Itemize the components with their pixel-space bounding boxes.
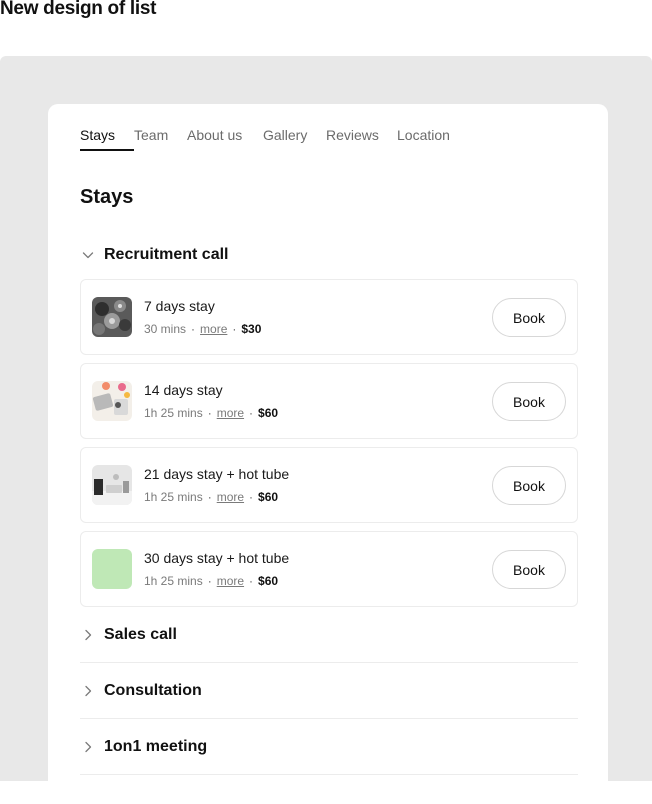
chevron-right-icon — [85, 629, 92, 640]
stay-meta: 1h 25 mins · more · $60 — [144, 574, 278, 588]
group-header-consultation[interactable]: Consultation — [80, 663, 578, 719]
stay-duration: 1h 25 mins — [144, 490, 203, 504]
tab-about-us[interactable]: About us — [187, 127, 263, 151]
group-header-recruitment-call[interactable]: Recruitment call — [80, 246, 228, 264]
more-link[interactable]: more — [217, 490, 244, 504]
stay-name: 7 days stay — [144, 298, 215, 314]
more-link[interactable]: more — [217, 574, 244, 588]
chevron-down-icon — [82, 252, 94, 259]
separator-dot: · — [207, 574, 212, 588]
group-label: Sales call — [104, 625, 177, 643]
stays-card: Stays Team About us Gallery Reviews Loca… — [48, 104, 608, 804]
stay-duration: 1h 25 mins — [144, 406, 203, 420]
tab-gallery[interactable]: Gallery — [263, 127, 326, 151]
stay-name: 14 days stay — [144, 382, 223, 398]
stay-item: 21 days stay + hot tube 1h 25 mins · mor… — [80, 447, 578, 523]
group-label: Recruitment call — [104, 246, 229, 263]
separator-dot: · — [207, 406, 212, 420]
stay-item: 7 days stay 30 mins · more · $30 Book — [80, 279, 578, 355]
stay-thumbnail — [92, 297, 132, 337]
group-header-1on1-meeting[interactable]: 1on1 meeting — [80, 719, 578, 775]
tab-stays[interactable]: Stays — [80, 127, 134, 151]
stay-meta: 1h 25 mins · more · $60 — [144, 490, 278, 504]
book-button[interactable]: Book — [492, 550, 566, 589]
stay-item: 30 days stay + hot tube 1h 25 mins · mor… — [80, 531, 578, 607]
stay-thumbnail-placeholder — [92, 549, 132, 589]
tab-reviews[interactable]: Reviews — [326, 127, 397, 151]
page-heading: New design of list — [0, 0, 157, 19]
group-label: 1on1 meeting — [104, 737, 208, 755]
stay-name: 21 days stay + hot tube — [144, 466, 290, 482]
more-link[interactable]: more — [217, 406, 244, 420]
stay-meta: 1h 25 mins · more · $60 — [144, 406, 278, 420]
group-header-sales-call[interactable]: Sales call — [80, 607, 578, 663]
separator-dot: · — [207, 490, 212, 504]
book-button[interactable]: Book — [492, 382, 566, 421]
tab-location[interactable]: Location — [397, 127, 457, 151]
stay-price: $60 — [258, 490, 279, 504]
separator-dot: · — [232, 322, 237, 336]
more-link[interactable]: more — [200, 322, 227, 336]
tab-bar: Stays Team About us Gallery Reviews Loca… — [80, 127, 457, 151]
separator-dot: · — [191, 322, 196, 336]
separator-dot: · — [249, 574, 254, 588]
tab-team[interactable]: Team — [134, 127, 187, 151]
separator-dot: · — [249, 490, 254, 504]
group-label: Consultation — [104, 681, 202, 699]
section-title: Stays — [80, 186, 134, 208]
chevron-right-icon — [85, 685, 92, 696]
book-button[interactable]: Book — [492, 298, 566, 337]
stay-duration: 30 mins — [144, 322, 187, 336]
stay-meta: 30 mins · more · $30 — [144, 322, 261, 336]
book-button[interactable]: Book — [492, 466, 566, 505]
separator-dot: · — [249, 406, 254, 420]
chevron-right-icon — [85, 741, 92, 752]
stay-item: 14 days stay 1h 25 mins · more · $60 Boo… — [80, 363, 578, 439]
stay-duration: 1h 25 mins — [144, 574, 203, 588]
stay-thumbnail — [92, 381, 132, 421]
stay-thumbnail — [92, 465, 132, 505]
stay-name: 30 days stay + hot tube — [144, 550, 290, 566]
stay-price: $60 — [258, 406, 279, 420]
stay-price: $30 — [241, 322, 262, 336]
stay-price: $60 — [258, 574, 279, 588]
